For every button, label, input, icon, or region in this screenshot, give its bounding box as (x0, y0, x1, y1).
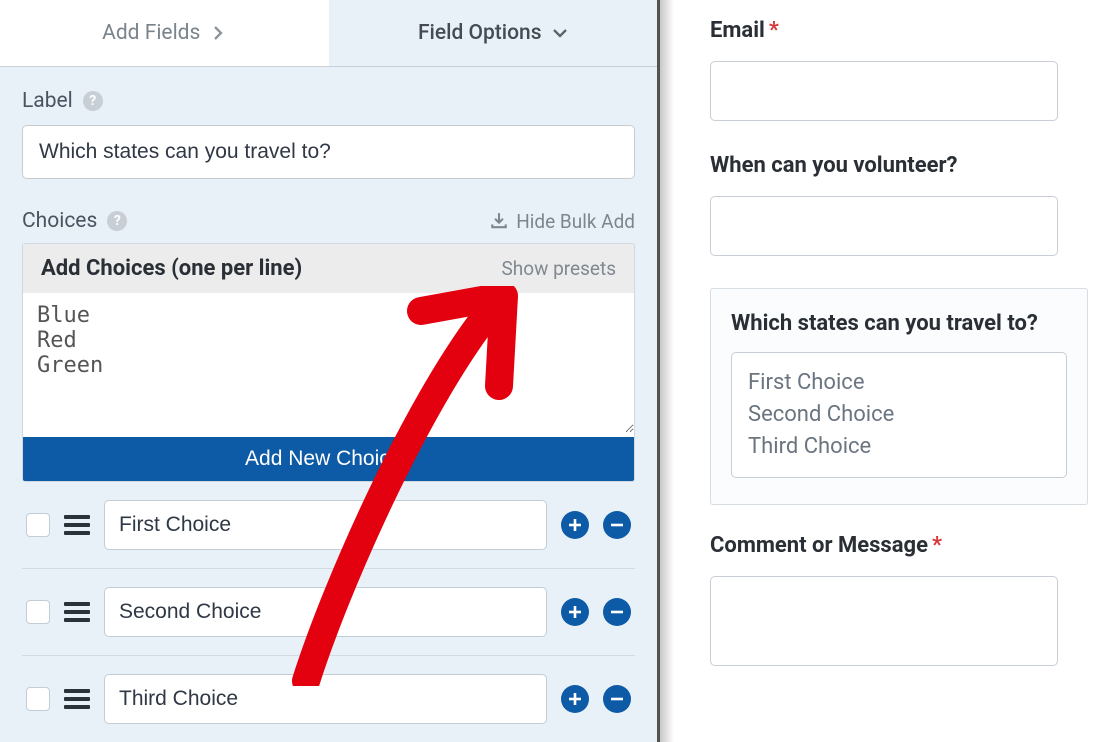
panel-body: Label ? Choices ? Hide Bulk Add Add Choi… (0, 67, 657, 742)
tab-label: Field Options (418, 21, 542, 45)
volunteer-label: When can you volunteer? (710, 153, 1096, 178)
plus-icon (567, 517, 583, 533)
email-label: Email* (710, 18, 1096, 43)
required-indicator: * (932, 533, 942, 558)
label-input[interactable] (22, 125, 635, 179)
hide-bulk-label: Hide Bulk Add (516, 210, 635, 233)
add-new-choices-button[interactable]: Add New Choices (23, 437, 634, 481)
preview-field-states[interactable]: Which states can you travel to? First Ch… (710, 288, 1088, 505)
remove-choice-button[interactable] (603, 598, 631, 626)
email-input[interactable] (710, 61, 1058, 121)
add-choice-button[interactable] (561, 598, 589, 626)
show-presets-link[interactable]: Show presets (502, 257, 616, 280)
form-preview: Email* When can you volunteer? Which sta… (660, 0, 1116, 742)
remove-choice-button[interactable] (603, 685, 631, 713)
states-select[interactable]: First Choice Second Choice Third Choice (731, 352, 1067, 478)
bulk-add-header: Add Choices (one per line) Show presets (23, 244, 634, 293)
states-label: Which states can you travel to? (731, 311, 1067, 336)
help-icon[interactable]: ? (83, 91, 103, 111)
drag-handle-icon[interactable] (64, 515, 90, 535)
panel-shadow (660, 0, 674, 742)
choice-list (22, 482, 635, 742)
select-option: Second Choice (748, 399, 1050, 431)
help-icon[interactable]: ? (107, 211, 127, 231)
choice-default-checkbox[interactable] (26, 513, 50, 537)
minus-icon (609, 691, 625, 707)
choice-label-input[interactable] (104, 500, 547, 550)
remove-choice-button[interactable] (603, 511, 631, 539)
choice-row (22, 656, 635, 742)
tab-field-options[interactable]: Field Options (329, 0, 658, 66)
tab-add-fields[interactable]: Add Fields (0, 0, 329, 66)
chevron-right-icon (210, 25, 226, 41)
label-text: Comment or Message (710, 533, 928, 558)
plus-icon (567, 691, 583, 707)
add-choice-button[interactable] (561, 511, 589, 539)
bulk-add-textarea[interactable]: Blue Red Green (23, 293, 634, 433)
select-option: First Choice (748, 367, 1050, 399)
download-icon (490, 212, 508, 230)
plus-icon (567, 604, 583, 620)
volunteer-input[interactable] (710, 196, 1058, 256)
panel-tabs: Add Fields Field Options (0, 0, 657, 67)
drag-handle-icon[interactable] (64, 689, 90, 709)
choice-default-checkbox[interactable] (26, 687, 50, 711)
label-section-header: Label ? (22, 89, 635, 113)
choices-title: Choices (22, 209, 97, 233)
bulk-add-title: Add Choices (one per line) (41, 256, 302, 281)
choice-label-input[interactable] (104, 587, 547, 637)
label-title: Label (22, 89, 73, 113)
preview-field-volunteer: When can you volunteer? (710, 153, 1096, 256)
required-indicator: * (769, 18, 779, 43)
label-text: Email (710, 18, 765, 43)
minus-icon (609, 517, 625, 533)
choices-section-header: Choices ? Hide Bulk Add (22, 209, 635, 233)
add-choice-button[interactable] (561, 685, 589, 713)
preview-field-email: Email* (710, 18, 1096, 121)
choice-default-checkbox[interactable] (26, 600, 50, 624)
select-option: Third Choice (748, 431, 1050, 463)
tab-label: Add Fields (102, 21, 200, 45)
comment-label: Comment or Message* (710, 533, 1096, 558)
bulk-add-card: Add Choices (one per line) Show presets … (22, 243, 635, 482)
choice-row (22, 569, 635, 656)
choice-label-input[interactable] (104, 674, 547, 724)
hide-bulk-add-link[interactable]: Hide Bulk Add (490, 210, 635, 233)
choice-row (22, 482, 635, 569)
preview-field-comment: Comment or Message* (710, 533, 1096, 666)
drag-handle-icon[interactable] (64, 602, 90, 622)
minus-icon (609, 604, 625, 620)
chevron-down-icon (552, 25, 568, 41)
comment-textarea[interactable] (710, 576, 1058, 666)
field-settings-panel: Add Fields Field Options Label ? Choices… (0, 0, 660, 742)
